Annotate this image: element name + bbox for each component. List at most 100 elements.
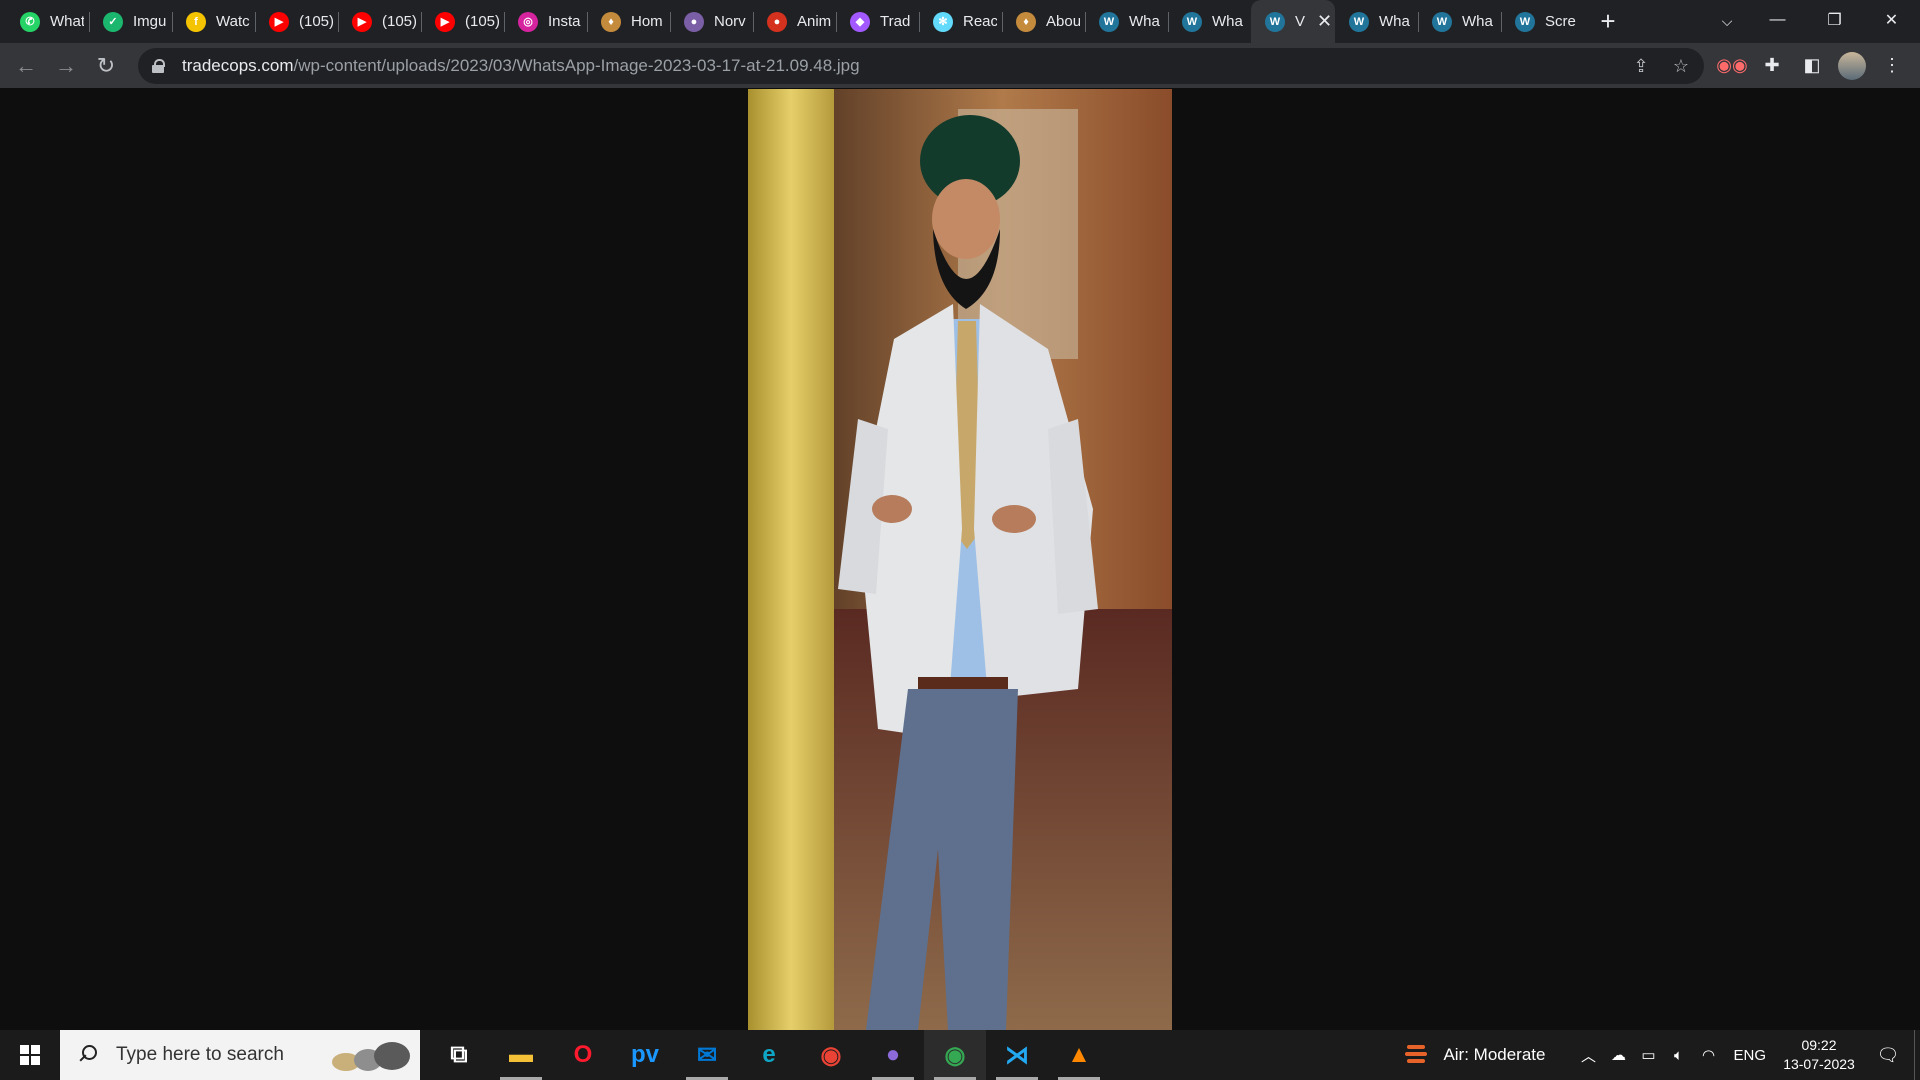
tab-title: Wha [1212,13,1243,30]
taskbar-app[interactable]: O [552,1030,614,1080]
profile-avatar[interactable] [1838,51,1866,80]
show-hidden-icons-chevron-icon[interactable]: ︿ [1573,1045,1603,1066]
taskbar-app[interactable]: ◉ [924,1030,986,1080]
browser-tab[interactable]: W Wha [1418,0,1501,43]
browser-tab[interactable]: ▶ (105) [421,0,504,43]
side-panel-icon[interactable]: ◧ [1792,46,1832,86]
weather-widget[interactable]: Air: Moderate [1403,1042,1545,1068]
close-tab-icon[interactable]: ✕ [1317,11,1332,32]
input-language[interactable]: ENG [1733,1047,1766,1064]
page-viewport [0,88,1920,1030]
taskbar-app[interactable]: ◉ [800,1030,862,1080]
browser-tab[interactable]: ● Norv [670,0,753,43]
browser-tab[interactable]: ◎ Insta [504,0,587,43]
wifi-icon[interactable]: ◠ [1693,1046,1723,1064]
search-icon [76,1043,100,1067]
tab-title: What [50,13,84,30]
tab-title: Wha [1379,13,1410,30]
circle-f-icon: f [186,11,206,32]
browser-tab[interactable]: f Watc [172,0,255,43]
browser-tab[interactable]: ▶ (105) [255,0,338,43]
displayed-photo[interactable] [748,89,1172,1030]
taskbar-app[interactable]: e [738,1030,800,1080]
battery-icon[interactable]: ▭ [1633,1046,1663,1064]
tab-title: (105) [465,13,499,30]
browser-tab[interactable]: ✓ Imgu [89,0,172,43]
new-tab-button[interactable]: + [1588,0,1628,43]
photo-illustration [748,89,1172,1030]
bookmark-star-icon[interactable]: ☆ [1668,56,1694,77]
figma-icon: ◆ [850,11,870,32]
clock-time: 09:22 [1801,1037,1837,1053]
youtube-icon: ▶ [352,11,372,32]
reload-button[interactable]: ↻ [86,46,126,86]
browser-tab[interactable]: ◆ Trad [836,0,919,43]
taskbar-search-box[interactable]: Type here to search [60,1030,420,1080]
clock[interactable]: 09:22 13-07-2023 [1776,1036,1862,1074]
youtube-icon: ▶ [435,11,455,32]
tab-title: Trad [880,13,911,30]
lock-icon[interactable] [152,59,166,73]
tab-strip: ✆ What ✓ Imgu f Watc ▶ (105) ▶ (105) ▶ (105) ◎ Insta ♦… [0,0,1920,43]
tab-title: Scre [1545,13,1576,30]
search-highlight-image [332,1042,410,1071]
instagram-icon: ◎ [518,11,538,32]
forward-button[interactable]: → [46,46,86,86]
browser-tab[interactable]: W Wha [1085,0,1168,43]
wordpress-icon: W [1432,11,1452,32]
tab-title: Wha [1129,13,1160,30]
browser-tab[interactable]: ● Anim [753,0,836,43]
extensions-puzzle-icon[interactable]: ✚ [1752,46,1792,86]
onedrive-cloud-icon[interactable]: ☁ [1603,1046,1633,1064]
edge-icon: e [762,1041,776,1068]
share-icon[interactable]: ⇪ [1628,56,1654,77]
vscode-icon: ⋊ [1005,1041,1029,1069]
wordpress-icon: W [1515,11,1535,32]
browser-tab[interactable]: ✆ What [6,0,89,43]
whatsapp-icon: ✆ [20,11,40,32]
restore-button[interactable]: ❐ [1806,0,1863,40]
tab-title: Watc [216,13,250,30]
volume-icon[interactable]: 🔈︎ [1663,1047,1693,1064]
minimize-button[interactable]: — [1749,0,1806,40]
taskbar-app[interactable]: ▲ [1048,1030,1110,1080]
start-button[interactable] [0,1030,60,1080]
browser-tab[interactable]: W V ✕ [1251,0,1335,43]
tab-title: Wha [1462,13,1493,30]
taskbar-app[interactable]: ✉ [676,1030,738,1080]
window-controls: — ❐ ✕ [1749,0,1920,40]
browser-tab[interactable]: ✻ Reac [919,0,1002,43]
tab-search-chevron-icon[interactable]: ⌵ [1712,6,1742,36]
tab-title: V [1295,13,1306,30]
address-bar[interactable]: tradecops.com/wp-content/uploads/2023/03… [138,48,1704,84]
prime-video-icon: pv [630,1041,659,1068]
browser-tab[interactable]: ▶ (105) [338,0,421,43]
browser-toolbar: ← → ↻ tradecops.com/wp-content/uploads/2… [0,43,1920,88]
taskbar-app[interactable]: pv [614,1030,676,1080]
imgur-icon: ✓ [103,11,123,32]
menu-kebab-icon[interactable]: ⋮ [1872,46,1912,86]
youtube-icon: ▶ [269,11,289,32]
show-desktop-button[interactable] [1914,1030,1920,1080]
taskbar-app[interactable]: ⋊ [986,1030,1048,1080]
windows-logo-icon [20,1045,40,1065]
url-text[interactable]: tradecops.com/wp-content/uploads/2023/03… [182,56,860,76]
browser-tab[interactable]: W Wha [1168,0,1251,43]
browser-tab[interactable]: ♦ Hom [587,0,670,43]
extension-glasses-icon[interactable]: ◉◉ [1712,46,1752,86]
wordpress-icon: W [1099,11,1119,32]
close-window-button[interactable]: ✕ [1863,0,1920,40]
tab-list: ✆ What ✓ Imgu f Watc ▶ (105) ▶ (105) ▶ (105) ◎ Insta ♦… [0,0,1628,43]
discord-icon: ● [885,1041,901,1068]
taskbar-app[interactable]: ⧉ [428,1030,490,1080]
flame-icon: ♦ [601,11,621,32]
browser-tab[interactable]: ♦ Abou [1002,0,1085,43]
taskbar-app[interactable]: ▬ [490,1030,552,1080]
taskbar-app[interactable]: ● [862,1030,924,1080]
browser-tab[interactable]: W Wha [1335,0,1418,43]
chrome-icon: ◉ [820,1041,842,1069]
back-button[interactable]: ← [6,46,46,86]
browser-tab[interactable]: W Scre [1501,0,1584,43]
notifications-icon[interactable]: 🗨︎ [1862,1045,1914,1066]
tab-title: Insta [548,13,581,30]
